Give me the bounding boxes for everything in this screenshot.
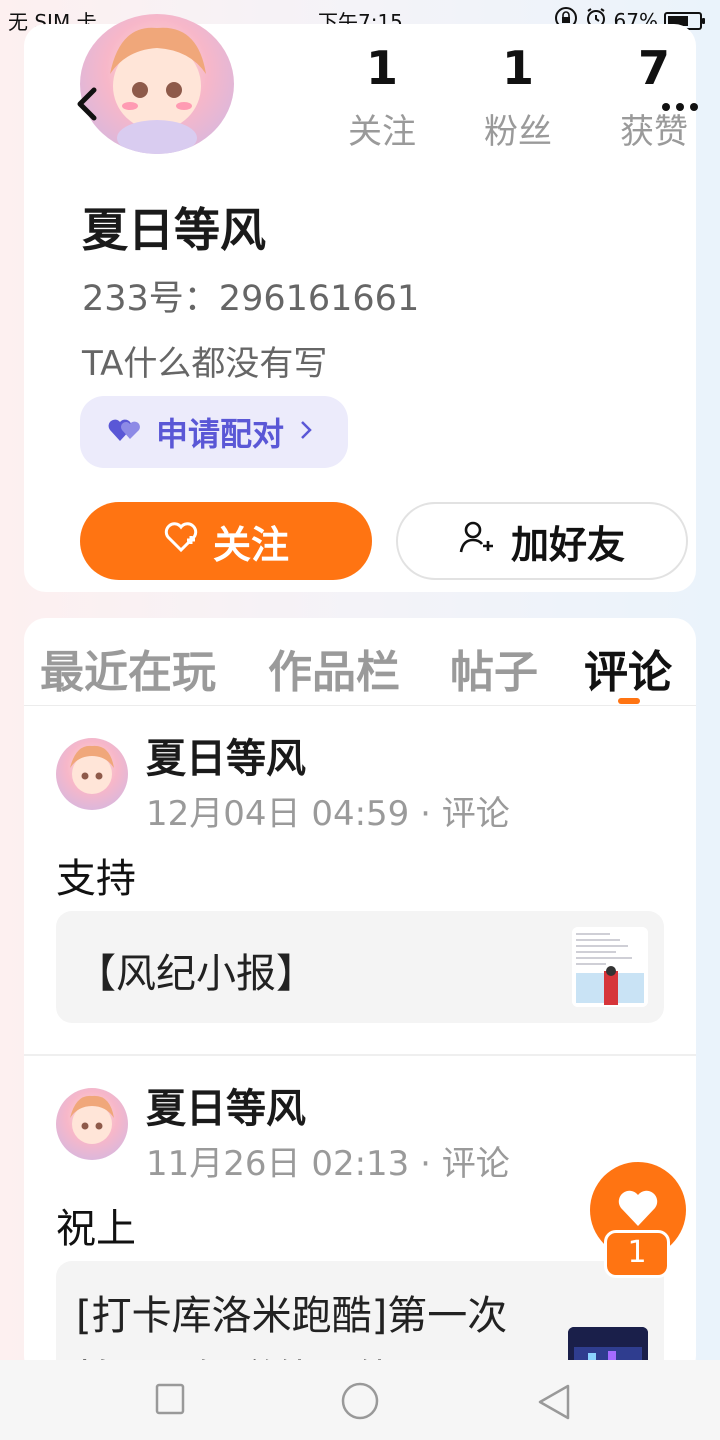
back-button[interactable]: [70, 82, 110, 126]
like-count-badge: 1: [604, 1230, 670, 1278]
add-user-icon: [459, 519, 495, 563]
chevron-right-icon: [300, 418, 312, 446]
double-heart-icon: [108, 413, 142, 451]
tab-posts[interactable]: 帖子: [450, 636, 538, 700]
linked-post-thumbnail: [572, 927, 648, 1007]
content-card: 最近在玩 作品栏 帖子 评论 夏日等风 12月04日 04:59 · 评论 支持…: [24, 618, 696, 1378]
system-navigation-bar: [0, 1360, 720, 1440]
back-nav-icon[interactable]: [536, 1382, 572, 1426]
stat-followers-label: 粉丝: [484, 112, 552, 152]
heart-plus-icon: [163, 519, 199, 563]
comment-avatar[interactable]: [56, 1088, 128, 1160]
comment-author: 夏日等风: [146, 1086, 306, 1132]
linked-post-title: 【风纪小报】: [76, 951, 316, 997]
comment-text: 祝上: [56, 1206, 136, 1252]
home-icon[interactable]: [340, 1382, 380, 1426]
tab-indicator: [618, 698, 640, 704]
profile-uid: 233号：296161661: [82, 279, 420, 319]
profile-tabs: 最近在玩 作品栏 帖子 评论: [24, 618, 696, 706]
stat-following-count: 1: [365, 41, 398, 95]
more-options-icon[interactable]: [660, 92, 700, 113]
comment-text: 支持: [56, 856, 136, 902]
profile-card: 1 关注 1 粉丝 7 获赞 夏日等风 233号：296161661 TA什么都…: [24, 14, 698, 592]
apply-pair-button[interactable]: 申请配对: [80, 396, 348, 468]
add-friend-button[interactable]: 加好友: [396, 502, 688, 580]
comment-meta: 12月04日 04:59 · 评论: [146, 794, 510, 834]
stat-followers[interactable]: 1 粉丝: [450, 44, 586, 153]
stat-followers-count: 1: [501, 41, 534, 95]
recents-icon[interactable]: [154, 1382, 186, 1422]
stat-following-label: 关注: [348, 112, 416, 152]
comment-divider: [24, 1054, 696, 1056]
tab-works[interactable]: 作品栏: [268, 636, 400, 700]
add-friend-label: 加好友: [510, 522, 625, 567]
linked-post-title-line1: [打卡库洛米跑酷]第一次: [76, 1293, 508, 1339]
heart-icon: [616, 1188, 660, 1232]
comment-avatar[interactable]: [56, 738, 128, 810]
tab-recently-played[interactable]: 最近在玩: [40, 636, 216, 700]
stat-likes-count: 7: [637, 41, 670, 95]
follow-label: 关注: [212, 522, 289, 567]
comment-meta: 11月26日 02:13 · 评论: [146, 1144, 510, 1184]
follow-button[interactable]: 关注: [80, 502, 372, 580]
stat-following[interactable]: 1 关注: [314, 44, 450, 153]
tab-comments[interactable]: 评论: [584, 636, 672, 700]
profile-nickname: 夏日等风: [82, 203, 266, 257]
comment-author: 夏日等风: [146, 736, 306, 782]
apply-pair-label: 申请配对: [156, 415, 285, 453]
profile-bio: TA什么都没有写: [82, 344, 328, 384]
linked-post-card[interactable]: 【风纪小报】: [56, 911, 664, 1023]
